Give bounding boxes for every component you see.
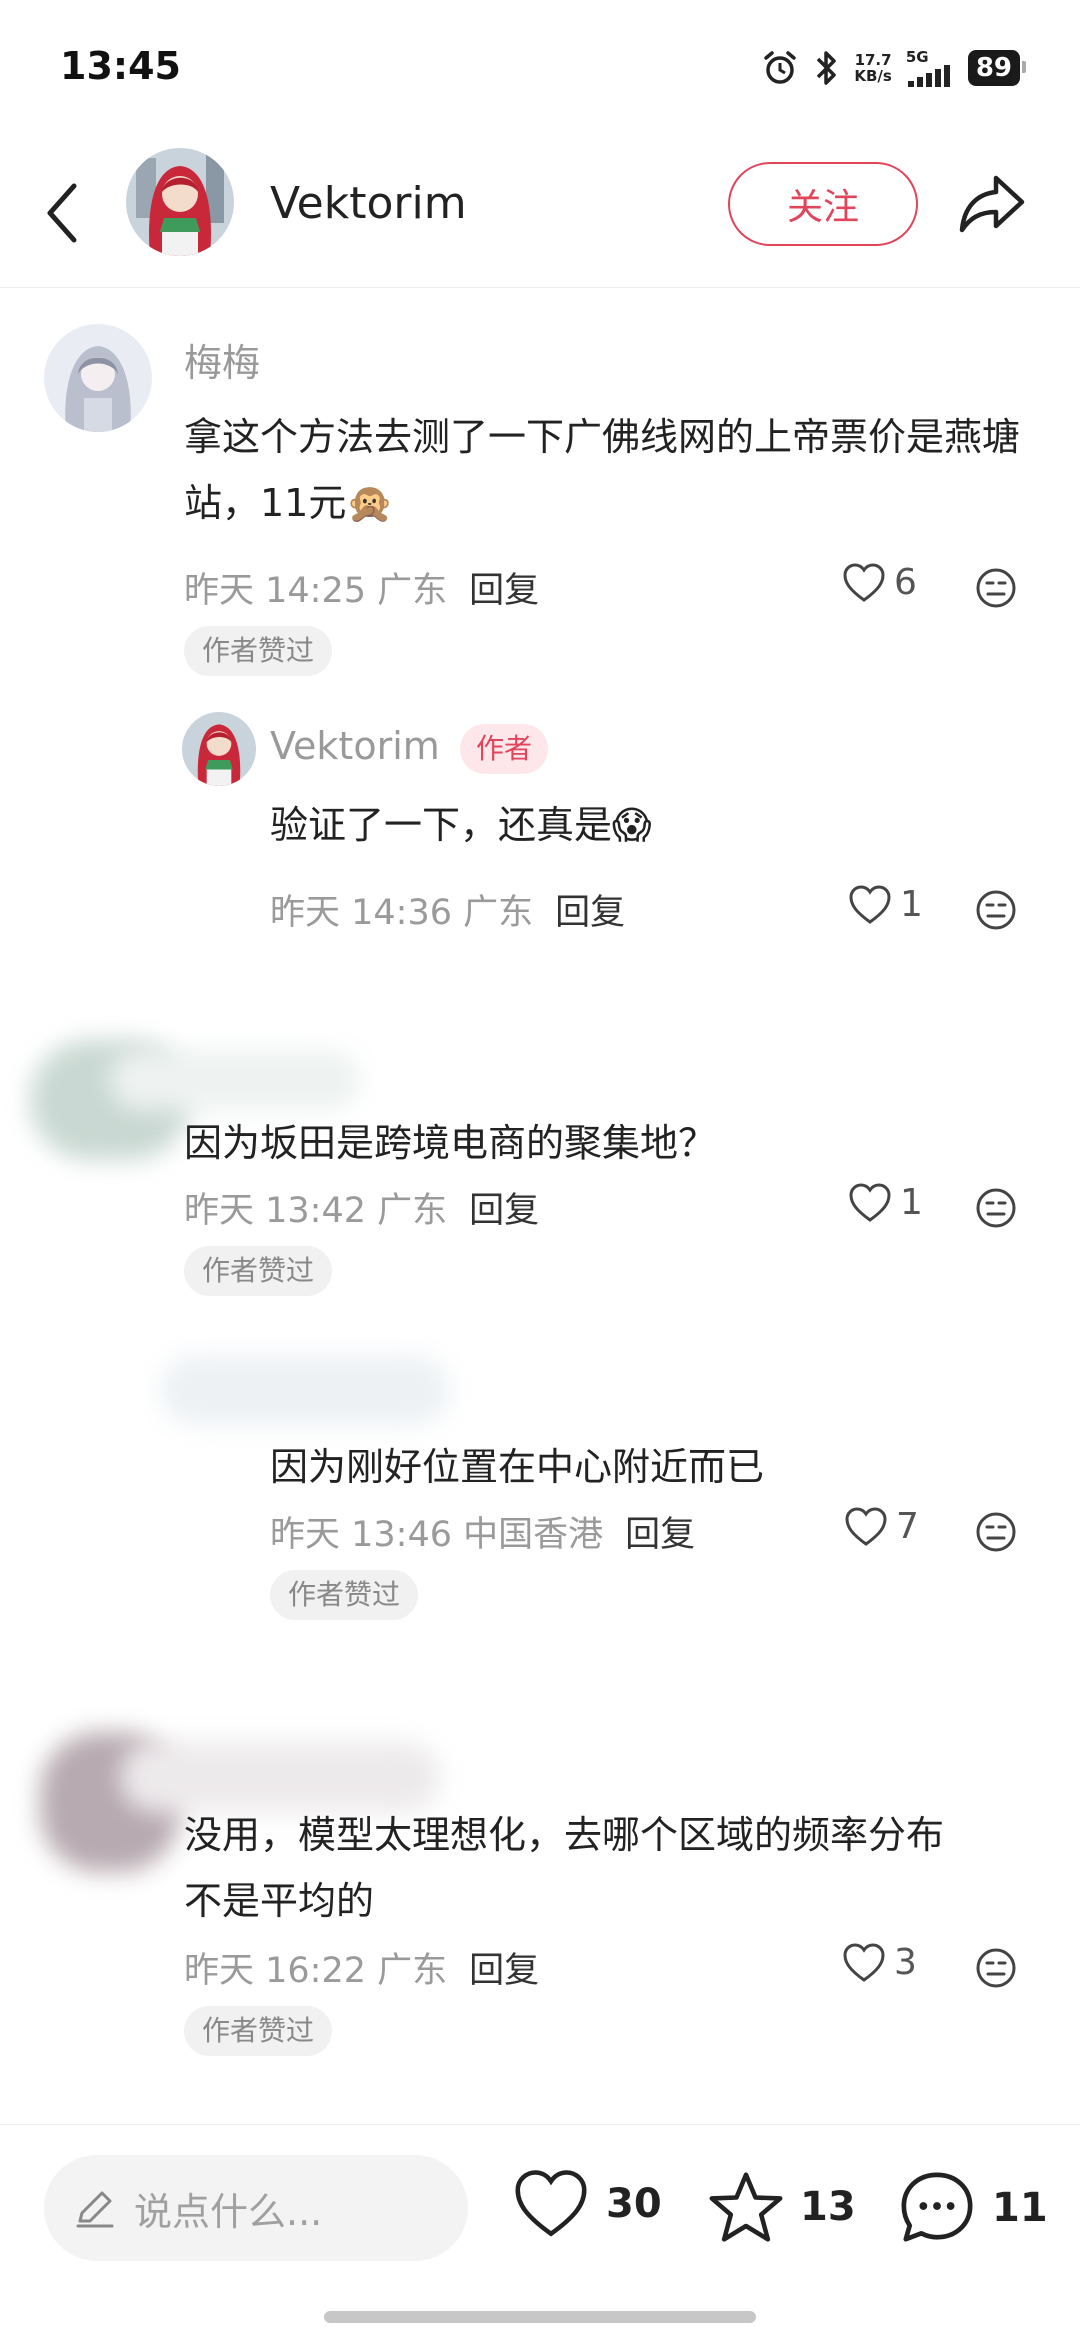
- comment-time-location: 昨天 14:25 广东: [184, 571, 448, 611]
- star-icon: [709, 2172, 783, 2242]
- comment-text-line1: 没用，模型太理想化，去哪个区域的频率分布: [184, 1813, 945, 1857]
- comment-time-location: 昨天 13:42 广东: [184, 1191, 448, 1231]
- author-name[interactable]: Vektorim: [270, 178, 467, 229]
- like-count: 7: [896, 1506, 919, 1547]
- dislike-icon[interactable]: [974, 1946, 1018, 1990]
- blurred-reply-user[interactable]: [160, 1355, 450, 1425]
- comment-text: 因为坂田是跨境电商的聚集地？: [184, 1121, 717, 1165]
- dislike-icon[interactable]: [974, 566, 1018, 610]
- battery-indicator: 89: [967, 50, 1027, 86]
- like-count: 3: [894, 1942, 917, 1983]
- share-icon[interactable]: [956, 168, 1028, 240]
- author-tag: 作者: [460, 724, 549, 774]
- heart-icon: [515, 2170, 587, 2237]
- comment-text-line2: 不是平均的: [184, 1879, 375, 1923]
- like-count: 30: [606, 2181, 662, 2227]
- comment-text: 没用，模型太理想化，去哪个区域的频率分布 不是平均的: [184, 1802, 1064, 1934]
- reply-button[interactable]: 回复: [469, 571, 539, 611]
- comment-meta: 昨天 16:22 广东 回复: [184, 1942, 539, 1993]
- bluetooth-icon: [817, 51, 837, 85]
- reply-time-location: 昨天 13:46 中国香港: [270, 1515, 604, 1555]
- chat-icon: [901, 2172, 973, 2242]
- author-liked-badge: 作者赞过: [184, 626, 333, 676]
- like-count: 1: [900, 1182, 923, 1223]
- comment-username[interactable]: 梅梅: [184, 332, 260, 387]
- alarm-icon: [764, 51, 797, 84]
- comment-input[interactable]: 说点什么...: [44, 2155, 468, 2261]
- status-time: 13:45: [60, 44, 181, 88]
- home-indicator[interactable]: [324, 2311, 756, 2323]
- like-button[interactable]: 1: [848, 884, 923, 925]
- author-liked-badge: 作者赞过: [184, 1246, 333, 1296]
- network-type: 5G: [905, 48, 929, 66]
- back-icon[interactable]: [40, 178, 84, 248]
- comment-count: 11: [992, 2185, 1048, 2231]
- reply-meta: 昨天 14:36 广东 回复: [270, 884, 625, 935]
- reply-avatar[interactable]: [182, 712, 256, 786]
- comment-button[interactable]: 11: [898, 2169, 1048, 2247]
- comment-text: 拿这个方法去测了一下广佛线网的上帝票价是燕塘站，11元🙊: [184, 415, 1021, 525]
- author-liked-badge: 作者赞过: [270, 1570, 419, 1620]
- comment-meta: 昨天 13:42 广东 回复: [184, 1182, 539, 1233]
- heart-icon: [849, 1182, 891, 1222]
- header: Vektorim 关注: [0, 140, 1080, 288]
- blurred-username: [110, 1050, 360, 1110]
- like-button[interactable]: 7: [844, 1506, 919, 1547]
- collect-button[interactable]: 13: [708, 2169, 856, 2245]
- comment-time-location: 昨天 16:22 广东: [184, 1951, 448, 1991]
- reply-button[interactable]: 回复: [469, 1951, 539, 1991]
- like-button[interactable]: 1: [848, 1182, 923, 1223]
- like-post-button[interactable]: 30: [512, 2169, 662, 2239]
- reply-button[interactable]: 回复: [625, 1515, 695, 1555]
- reply-button[interactable]: 回复: [555, 893, 625, 933]
- dislike-icon[interactable]: [974, 1186, 1018, 1230]
- comment-input-placeholder: 说点什么...: [134, 2189, 323, 2234]
- like-button[interactable]: 3: [842, 1942, 917, 1983]
- pen-icon: [76, 2191, 114, 2228]
- status-icons: 17.7 KB/s 5G 89: [762, 46, 1027, 90]
- net-speed: 17.7 KB/s: [854, 52, 891, 84]
- author-liked-badge: 作者赞过: [184, 2006, 333, 2056]
- comment-meta: 昨天 14:25 广东 回复: [184, 562, 539, 613]
- reply-time-location: 昨天 14:36 广东: [270, 893, 534, 933]
- star-count: 13: [800, 2184, 856, 2230]
- dislike-icon[interactable]: [974, 888, 1018, 932]
- signal-icon: [907, 65, 950, 87]
- author-avatar[interactable]: [126, 148, 234, 256]
- heart-icon: [843, 1942, 885, 1982]
- status-bar: 13:45 17.7 KB/s 5G 89: [0, 0, 1080, 140]
- like-count: 6: [894, 562, 917, 603]
- net-speed-value: 17.7: [854, 51, 892, 69]
- heart-icon: [849, 884, 891, 924]
- net-speed-unit: KB/s: [854, 67, 892, 85]
- signal: 5G: [906, 49, 954, 87]
- reply-button[interactable]: 回复: [469, 1191, 539, 1231]
- reply-text: 因为刚好位置在中心附近而已: [270, 1445, 765, 1489]
- reply-meta: 昨天 13:46 中国香港 回复: [270, 1506, 695, 1557]
- reply-username[interactable]: Vektorim: [270, 724, 440, 768]
- dislike-icon[interactable]: [974, 1510, 1018, 1554]
- heart-icon: [845, 1506, 887, 1546]
- reply-text: 验证了一下，还真是😱: [270, 803, 652, 847]
- user-avatar[interactable]: [44, 324, 152, 432]
- follow-button[interactable]: 关注: [728, 162, 918, 246]
- heart-icon: [843, 562, 885, 602]
- like-count: 1: [900, 884, 923, 925]
- like-button[interactable]: 6: [842, 562, 917, 603]
- bottom-bar: 说点什么... 30 13 11: [0, 2124, 1080, 2344]
